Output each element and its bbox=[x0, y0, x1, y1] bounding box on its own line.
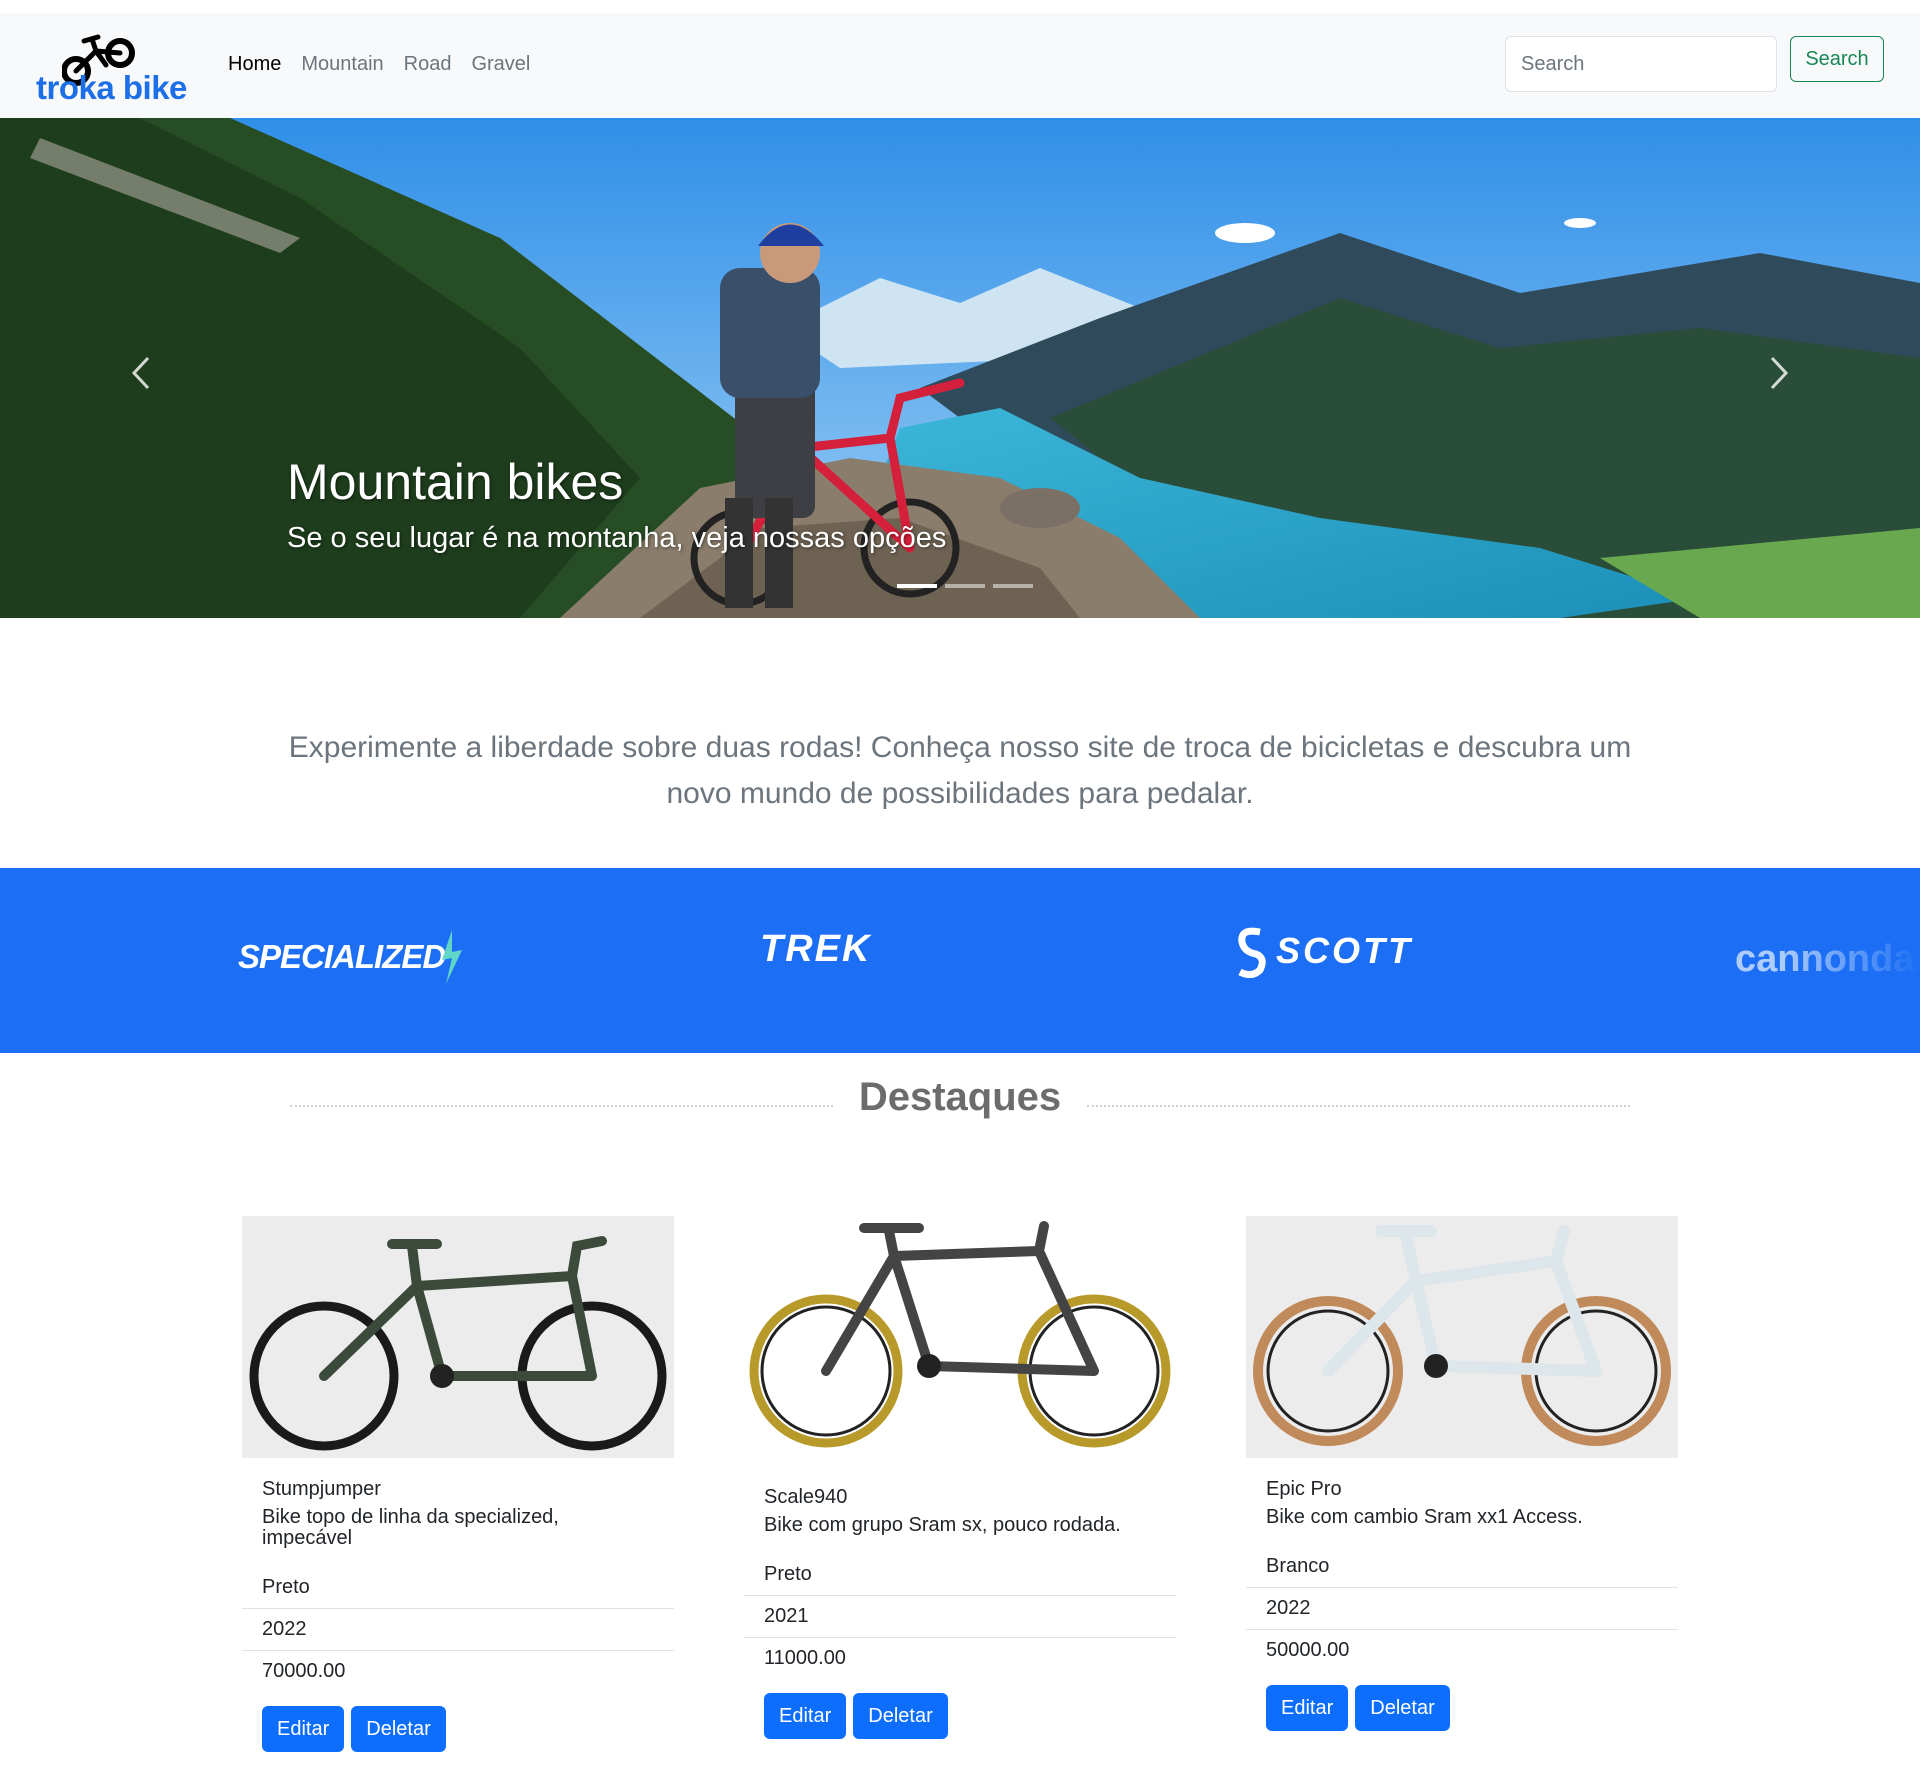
product-actions: Editar Deletar bbox=[1266, 1685, 1678, 1731]
product-details: Branco 2022 50000.00 bbox=[1246, 1546, 1678, 1671]
specialized-logo: SPECIALIZED bbox=[238, 938, 446, 975]
section-divider-right bbox=[1087, 1105, 1630, 1107]
carousel-indicator-2[interactable] bbox=[945, 584, 985, 588]
delete-button[interactable]: Deletar bbox=[853, 1693, 948, 1739]
product-card: Scale940 Bike com grupo Sram sx, pouco r… bbox=[744, 1216, 1176, 1739]
product-description: Bike com grupo Sram sx, pouco rodada. bbox=[764, 1514, 1121, 1536]
nav-home[interactable]: Home bbox=[228, 53, 291, 76]
edit-button[interactable]: Editar bbox=[764, 1693, 847, 1739]
product-price: 50000.00 bbox=[1266, 1639, 1350, 1661]
product-price: 70000.00 bbox=[262, 1660, 346, 1682]
product-actions: Editar Deletar bbox=[764, 1693, 1176, 1739]
edit-button[interactable]: Editar bbox=[262, 1706, 345, 1752]
product-color: Preto bbox=[744, 1554, 1176, 1596]
product-price: 11000.00 bbox=[764, 1647, 846, 1669]
product-name: Scale940 bbox=[764, 1486, 848, 1508]
product-image bbox=[242, 1216, 674, 1458]
carousel-prev-icon[interactable] bbox=[118, 348, 168, 398]
nav-road[interactable]: Road bbox=[394, 53, 462, 76]
product-image bbox=[744, 1216, 1176, 1458]
product-card: Stumpjumper Bike topo de linha da specia… bbox=[242, 1216, 674, 1752]
fade-left bbox=[0, 868, 160, 1053]
carousel-indicators bbox=[897, 584, 1033, 588]
carousel-next-icon[interactable] bbox=[1752, 348, 1802, 398]
trek-logo: TREK bbox=[760, 928, 872, 970]
carousel-caption-subtitle: Se o seu lugar é na montanha, veja nossa… bbox=[287, 522, 947, 554]
carousel-indicator-3[interactable] bbox=[993, 584, 1033, 588]
specialized-bolt-icon bbox=[442, 930, 462, 984]
delete-button[interactable]: Deletar bbox=[351, 1706, 446, 1752]
product-description: Bike com cambio Sram xx1 Access. bbox=[1266, 1506, 1583, 1528]
carousel-caption-title: Mountain bikes bbox=[287, 454, 624, 510]
carousel-indicator-1[interactable] bbox=[897, 584, 937, 588]
product-description: Bike topo de linha da specialized, impec… bbox=[262, 1506, 559, 1549]
product-name: Epic Pro bbox=[1266, 1478, 1342, 1500]
product-color: Preto bbox=[242, 1567, 674, 1609]
brands-band: SPECIALIZED TREK SCOTT cannondale bbox=[0, 868, 1920, 1053]
product-details: Preto 2022 70000.00 bbox=[242, 1567, 674, 1692]
fade-right bbox=[1780, 868, 1920, 1053]
section-title: Destaques bbox=[858, 1075, 1062, 1119]
nav-gravel[interactable]: Gravel bbox=[461, 53, 540, 76]
product-details: Preto 2021 11000.00 bbox=[744, 1554, 1176, 1679]
search-button[interactable]: Search bbox=[1790, 36, 1884, 82]
product-card: Epic Pro Bike com cambio Sram xx1 Access… bbox=[1246, 1216, 1678, 1731]
intro-text: Experimente a liberdade sobre duas rodas… bbox=[288, 731, 1632, 810]
product-year: 2021 bbox=[744, 1596, 1176, 1638]
nav-mountain[interactable]: Mountain bbox=[291, 53, 393, 76]
scott-logo: SCOTT bbox=[1276, 930, 1413, 971]
main-nav: Home Mountain Road Gravel bbox=[228, 53, 540, 76]
product-color: Branco bbox=[1246, 1546, 1678, 1588]
scott-s-icon bbox=[1238, 927, 1266, 978]
brand-name: troka bike bbox=[36, 69, 187, 106]
product-actions: Editar Deletar bbox=[262, 1706, 674, 1752]
search-input[interactable] bbox=[1505, 36, 1777, 92]
product-image bbox=[1246, 1216, 1678, 1458]
product-name: Stumpjumper bbox=[262, 1478, 381, 1500]
product-year: 2022 bbox=[1246, 1588, 1678, 1630]
edit-button[interactable]: Editar bbox=[1266, 1685, 1349, 1731]
delete-button[interactable]: Deletar bbox=[1355, 1685, 1450, 1731]
hero-carousel: Mountain bikes Se o seu lugar é na monta… bbox=[0, 118, 1920, 618]
navbar: troka bike Home Mountain Road Gravel Sea… bbox=[0, 13, 1920, 118]
product-year: 2022 bbox=[242, 1609, 674, 1651]
brand-logo[interactable]: troka bike bbox=[36, 31, 198, 111]
